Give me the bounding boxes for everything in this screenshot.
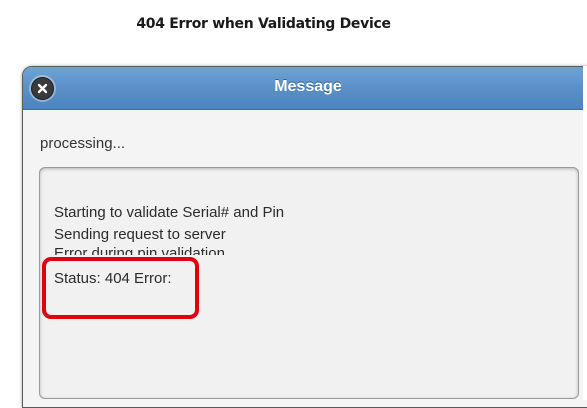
dialog-title: Message (274, 78, 342, 95)
dialog-titlebar: Message (23, 67, 587, 110)
error-highlight-box (42, 257, 199, 319)
figure-caption: 404 Error when Validating Device (136, 16, 391, 32)
log-line: Error during pin validation (54, 245, 225, 255)
processing-status: processing... (40, 135, 126, 152)
message-dialog: Message processing... Starting to valida… (22, 66, 587, 408)
log-line: Starting to validate Serial# and Pin (54, 204, 285, 221)
right-edge-crop (583, 66, 587, 400)
